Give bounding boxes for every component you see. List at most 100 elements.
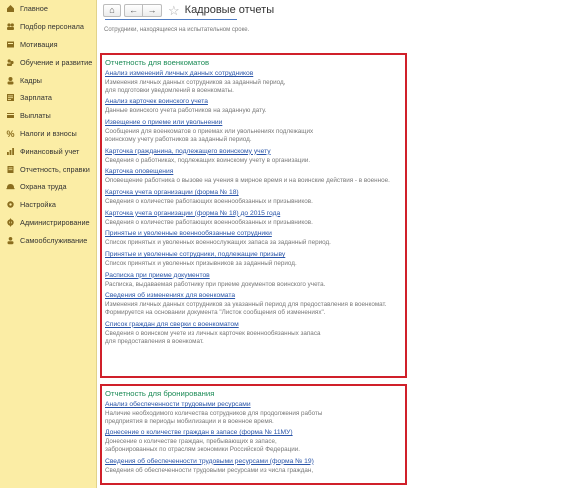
report-description: Сведения о воинском учете из личных карт…	[105, 329, 321, 345]
sidebar-item-label: Обучение и развитие	[20, 57, 93, 67]
reports-icon	[6, 165, 15, 174]
report-item: Сведения об изменениях для военкомата Изм…	[105, 292, 402, 316]
report-item: Анализ карточек воинского учета Данные во…	[105, 98, 402, 115]
sidebar-item-taxes[interactable]: % Налоги и взносы	[0, 125, 96, 143]
payments-icon	[6, 111, 15, 120]
sidebar-item-salary[interactable]: Зарплата	[0, 89, 96, 107]
sidebar-item-label: Выплаты	[20, 111, 51, 121]
report-item: Извещение о приеме или увольнении Сообщен…	[105, 119, 402, 143]
svg-text:%: %	[6, 129, 14, 138]
report-item: Карточка гражданина, подлежащего воинско…	[105, 148, 402, 165]
report-link[interactable]: Принятые и уволенные военнообязанные сот…	[105, 230, 272, 237]
sidebar-item-training[interactable]: Обучение и развитие	[0, 53, 96, 71]
report-item: Список граждан для сверки с военкоматом С…	[105, 321, 402, 345]
finance-icon	[6, 147, 15, 156]
sidebar-item-settings[interactable]: Настройка	[0, 196, 96, 214]
sidebar-item-label: Зарплата	[20, 93, 52, 103]
sidebar-item-label: Главное	[20, 4, 48, 14]
taxes-icon: %	[6, 129, 15, 138]
report-link[interactable]: Карточка учета организации (форма № 18)	[105, 189, 239, 196]
report-description: Сведения о количестве работающих военноо…	[105, 218, 313, 226]
report-link[interactable]: Анализ изменений личных данных сотрудник…	[105, 70, 253, 77]
report-item: Карточка оповещения Оповещение работника …	[105, 168, 402, 185]
sidebar-item-self-service[interactable]: Самообслуживание	[0, 231, 96, 249]
report-description: Сведения о количестве работающих военноо…	[105, 197, 313, 205]
report-item: Расписка при приеме документов Расписка, …	[105, 272, 402, 289]
report-item: Сведения об обеспеченности трудовыми рес…	[105, 458, 402, 475]
sidebar-item-label: Подбор персонала	[20, 22, 84, 32]
title-divider	[105, 19, 237, 20]
report-description: Сведения о работниках, подлежащих воинск…	[105, 156, 311, 164]
home-icon: ⌂	[109, 5, 115, 15]
home-icon	[6, 4, 15, 13]
sidebar-item-label: Мотивация	[20, 39, 58, 49]
page-title: Кадровые отчеты	[184, 4, 275, 16]
sidebar-item-label: Самообслуживание	[20, 235, 88, 245]
sidebar-item-label: Администрирование	[20, 217, 90, 227]
report-item: Карточка учета организации (форма № 18) …	[105, 210, 402, 227]
report-item: Донесение о количестве граждан в запасе …	[105, 429, 402, 453]
favorite-star-icon[interactable]: ☆	[168, 4, 180, 17]
report-link[interactable]: Анализ карточек воинского учета	[105, 98, 208, 105]
report-link[interactable]: Сведения об изменениях для военкомата	[105, 292, 235, 299]
report-link[interactable]: Сведения об обеспеченности трудовыми рес…	[105, 458, 314, 465]
sidebar: Главное Подбор персонала Мотивация Обуче…	[0, 0, 97, 488]
back-button[interactable]: ←	[124, 3, 143, 17]
training-icon	[6, 58, 15, 67]
report-item: Принятые и уволенные сотрудники, подлежа…	[105, 251, 402, 268]
sidebar-item-safety[interactable]: Охрана труда	[0, 178, 96, 196]
people-icon	[6, 22, 15, 31]
main-content: ⌂ ← → ☆ Кадровые отчеты Сотрудники, нахо…	[100, 0, 572, 488]
report-link[interactable]: Карточка оповещения	[105, 168, 173, 175]
report-description: Сведения об обеспеченности трудовыми рес…	[105, 466, 314, 474]
report-description: Расписка, выдаваемая работнику при прием…	[105, 280, 326, 288]
sidebar-item-label: Налоги и взносы	[20, 128, 77, 138]
personnel-icon	[6, 76, 15, 85]
self-service-icon	[6, 236, 15, 245]
report-link[interactable]: Расписка при приеме документов	[105, 272, 210, 279]
forward-button[interactable]: →	[143, 3, 162, 17]
report-item: Принятые и уволенные военнообязанные сот…	[105, 230, 402, 247]
sidebar-item-reports[interactable]: Отчетность, справки	[0, 160, 96, 178]
report-description: Список принятых и уволенных призывников …	[105, 260, 297, 268]
report-link[interactable]: Анализ обеспеченности трудовыми ресурсам…	[105, 401, 251, 408]
report-description: Список принятых и уволенных военнослужащ…	[105, 239, 331, 247]
motivation-icon	[6, 40, 15, 49]
report-description: Данные воинского учета работников на зад…	[105, 107, 267, 115]
sidebar-item-label: Кадры	[20, 75, 42, 85]
intro-text: Сотрудники, находящиеся на испытательном…	[104, 27, 250, 33]
report-link[interactable]: Извещение о приеме или увольнении	[105, 119, 222, 126]
sidebar-item-motivation[interactable]: Мотивация	[0, 36, 96, 54]
report-description: Оповещение работника о вызове на учения …	[105, 177, 390, 185]
toolbar: ⌂ ← → ☆ Кадровые отчеты	[103, 3, 274, 17]
report-description: Сообщения для военкоматов о приемах или …	[105, 128, 314, 143]
report-description: Наличие необходимого количества сотрудни…	[105, 410, 323, 425]
home-button[interactable]: ⌂	[103, 3, 121, 17]
sidebar-item-label: Финансовый учет	[20, 146, 80, 156]
report-item: Карточка учета организации (форма № 18) С…	[105, 189, 402, 206]
salary-icon	[6, 93, 15, 102]
sidebar-item-admin[interactable]: Администрирование	[0, 214, 96, 232]
report-item: Анализ изменений личных данных сотрудник…	[105, 70, 402, 94]
section-title: Отчетность для бронирования	[105, 389, 215, 398]
report-link[interactable]: Карточка гражданина, подлежащего воинско…	[105, 148, 271, 155]
sidebar-item-label: Отчетность, справки	[20, 164, 90, 174]
sidebar-item-label: Настройка	[20, 200, 56, 210]
sidebar-item-personnel[interactable]: Кадры	[0, 71, 96, 89]
sidebar-item-payments[interactable]: Выплаты	[0, 107, 96, 125]
sidebar-item-home[interactable]: Главное	[0, 0, 96, 18]
admin-icon	[6, 218, 15, 227]
sidebar-item-finance[interactable]: Финансовый учет	[0, 142, 96, 160]
report-link[interactable]: Принятые и уволенные сотрудники, подлежа…	[105, 251, 285, 258]
arrow-right-icon: →	[147, 5, 157, 15]
report-description: Донесение о количестве граждан, пребываю…	[105, 438, 300, 454]
settings-icon	[6, 200, 15, 209]
arrow-left-icon: ←	[129, 5, 138, 15]
report-link[interactable]: Список граждан для сверки с военкоматом	[105, 321, 239, 328]
report-description: Изменения личных данных сотрудников за з…	[105, 79, 286, 94]
sidebar-item-label: Охрана труда	[20, 182, 67, 192]
safety-icon	[6, 182, 15, 191]
sidebar-item-recruitment[interactable]: Подбор персонала	[0, 18, 96, 36]
report-link[interactable]: Донесение о количестве граждан в запасе …	[105, 429, 293, 436]
report-link[interactable]: Карточка учета организации (форма № 18) …	[105, 210, 280, 217]
